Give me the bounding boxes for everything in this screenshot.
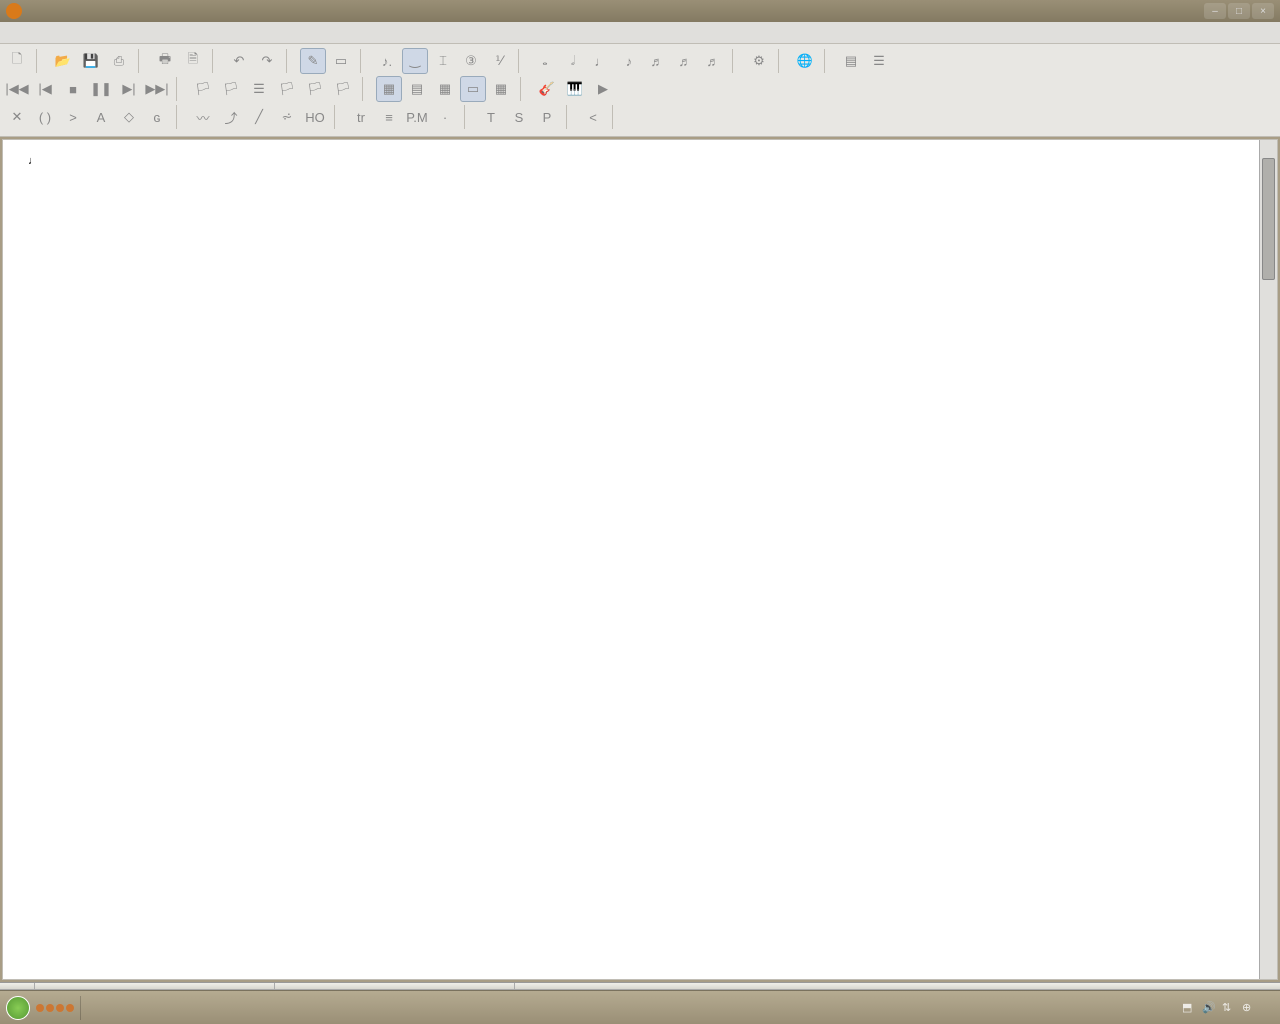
- print-preview-button[interactable]: 🗎: [180, 48, 206, 74]
- browser-button[interactable]: 🌐: [792, 48, 818, 74]
- marker-add-button[interactable]: 🏳: [330, 76, 356, 102]
- tremolo-button[interactable]: ⩫: [274, 104, 300, 130]
- tie-button[interactable]: ‿: [402, 48, 428, 74]
- score-viewport[interactable]: ♩: [2, 139, 1278, 980]
- last-button[interactable]: ▶▶|: [144, 76, 170, 102]
- marker-last-button[interactable]: 🏳: [302, 76, 328, 102]
- maximize-button[interactable]: □: [1228, 3, 1250, 19]
- whole-note-button[interactable]: 𝅝: [532, 48, 558, 74]
- new-file-button[interactable]: 🗋: [4, 48, 30, 74]
- marker-prev-button[interactable]: 🏳: [218, 76, 244, 102]
- toolbars: 🗋 📂 💾 ⎙ 🖶 🗎 ↶ ↷ ✎ ▭ ♪. ‿ ⌶ ③ ⅟ 𝅝 𝅗𝅥 ♩ ♪ …: [0, 44, 1280, 137]
- bend-button[interactable]: ⤴: [218, 104, 244, 130]
- tapping-button[interactable]: T: [478, 104, 504, 130]
- show-tab-button[interactable]: ▤: [404, 76, 430, 102]
- view-page-button[interactable]: ▤: [838, 48, 864, 74]
- column-instrument[interactable]: [275, 983, 515, 989]
- thirtysecond-note-button[interactable]: ♬: [672, 48, 698, 74]
- next-button[interactable]: ▶|: [116, 76, 142, 102]
- settings-button[interactable]: ⚙: [746, 48, 772, 74]
- app-icon: [6, 3, 22, 19]
- heavy-accent-button[interactable]: A: [88, 104, 114, 130]
- column-name[interactable]: [35, 983, 275, 989]
- show-mixer-button[interactable]: ▦: [432, 76, 458, 102]
- expand-icon[interactable]: ⊕: [1242, 1001, 1256, 1015]
- eighth-note-button[interactable]: ♪: [616, 48, 642, 74]
- undo-button[interactable]: ↶: [226, 48, 252, 74]
- sixteenth-note-button[interactable]: ♬: [644, 48, 670, 74]
- marker-next-button[interactable]: 🏳: [274, 76, 300, 102]
- play-button[interactable]: ▶: [590, 76, 616, 102]
- save-button[interactable]: 💾: [78, 48, 104, 74]
- hammer-button[interactable]: HO: [302, 104, 328, 130]
- accent-button[interactable]: >: [60, 104, 86, 130]
- show-transport-button[interactable]: ▭: [460, 76, 486, 102]
- grace-button[interactable]: ɢ: [144, 104, 170, 130]
- column-song: [515, 983, 1280, 989]
- print-button[interactable]: 🖶: [152, 48, 178, 74]
- column-number[interactable]: [0, 983, 35, 989]
- prev-button[interactable]: |◀: [32, 76, 58, 102]
- desktop-pager[interactable]: [36, 1004, 74, 1012]
- dead-note-button[interactable]: ✕: [4, 104, 30, 130]
- quarter-note-button[interactable]: ♩: [588, 48, 614, 74]
- select-mode-button[interactable]: ▭: [328, 48, 354, 74]
- track-header: [0, 983, 1280, 990]
- half-note-button[interactable]: 𝅗𝅥: [560, 48, 586, 74]
- volume-icon[interactable]: 🔊: [1202, 1001, 1216, 1015]
- vertical-scrollbar[interactable]: [1259, 140, 1277, 979]
- fade-in-button[interactable]: <: [580, 104, 606, 130]
- minimize-button[interactable]: –: [1204, 3, 1226, 19]
- stop-button[interactable]: ■: [60, 76, 86, 102]
- first-button[interactable]: |◀◀: [4, 76, 30, 102]
- redo-button[interactable]: ↷: [254, 48, 280, 74]
- track-panel: [0, 982, 1280, 990]
- tremolo-picking-button[interactable]: ≡: [376, 104, 402, 130]
- network-icon[interactable]: ⇅: [1222, 1001, 1236, 1015]
- dotted-button[interactable]: ♪.: [374, 48, 400, 74]
- show-score-button[interactable]: ▦: [376, 76, 402, 102]
- show-matrix-button[interactable]: ▦: [488, 76, 514, 102]
- trill-button[interactable]: tr: [348, 104, 374, 130]
- taskbar: ⬒ 🔊 ⇅ ⊕: [0, 990, 1280, 1024]
- start-button[interactable]: [6, 996, 30, 1020]
- slapping-button[interactable]: S: [506, 104, 532, 130]
- marker-first-button[interactable]: 🏳: [190, 76, 216, 102]
- ghost-note-button[interactable]: ( ): [32, 104, 58, 130]
- close-button[interactable]: ×: [1252, 3, 1274, 19]
- harmonic-button[interactable]: ◇: [116, 104, 142, 130]
- popping-button[interactable]: P: [534, 104, 560, 130]
- vibrato-button[interactable]: 〰: [190, 104, 216, 130]
- open-button[interactable]: 📂: [50, 48, 76, 74]
- sixtyfourth-note-button[interactable]: ♬: [700, 48, 726, 74]
- save-as-button[interactable]: ⎙: [106, 48, 132, 74]
- piano-button[interactable]: 🎹: [562, 76, 588, 102]
- staccato-button[interactable]: ·: [432, 104, 458, 130]
- division-button[interactable]: ⅟: [486, 48, 512, 74]
- view-multitrack-button[interactable]: ☰: [866, 48, 892, 74]
- tempo-marking: ♩: [28, 155, 1252, 167]
- fretboard-button[interactable]: 🎸: [534, 76, 560, 102]
- menubar: [0, 22, 1280, 44]
- tray-icon[interactable]: ⬒: [1182, 1001, 1196, 1015]
- tuplet-button[interactable]: ③: [458, 48, 484, 74]
- system-tray: ⬒ 🔊 ⇅ ⊕: [1182, 1001, 1274, 1015]
- pause-button[interactable]: ❚❚: [88, 76, 114, 102]
- marker-list-button[interactable]: ☰: [246, 76, 272, 102]
- chord-button[interactable]: ⌶: [430, 48, 456, 74]
- palm-mute-button[interactable]: P.M: [404, 104, 430, 130]
- window-titlebar: – □ ×: [0, 0, 1280, 22]
- slide-button[interactable]: ╱: [246, 104, 272, 130]
- edit-mode-button[interactable]: ✎: [300, 48, 326, 74]
